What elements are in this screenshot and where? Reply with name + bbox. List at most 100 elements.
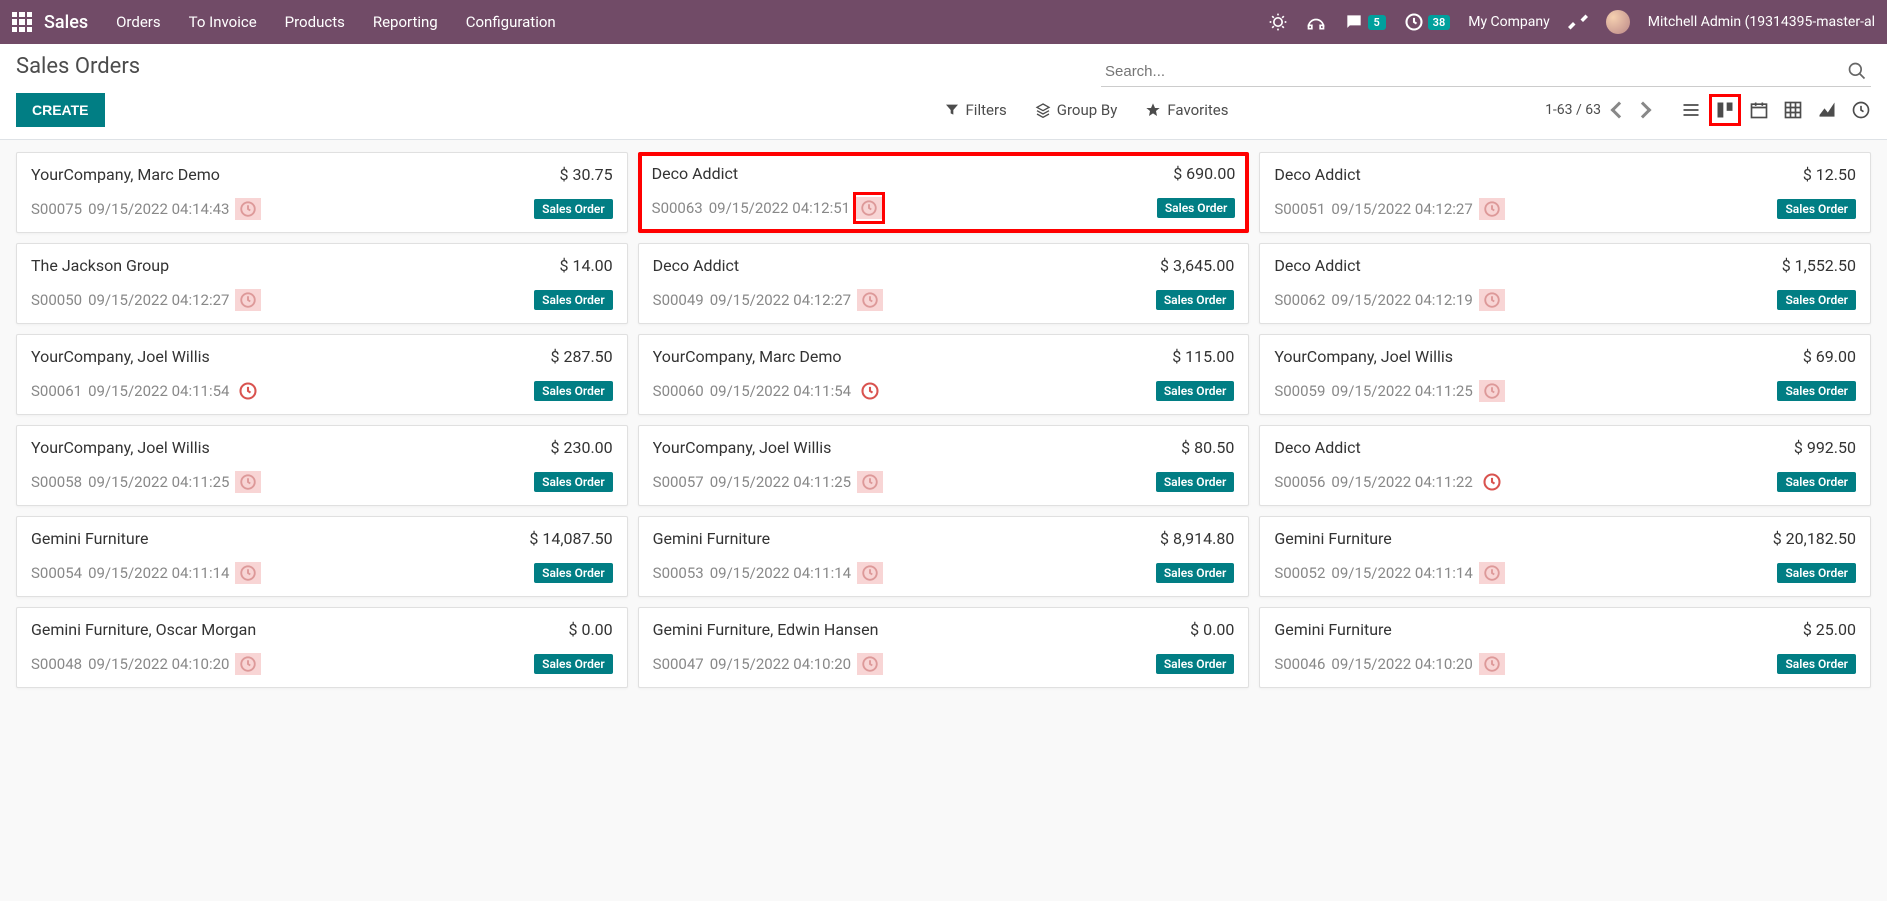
nav-configuration[interactable]: Configuration	[466, 13, 556, 31]
order-amount: $ 3,645.00	[1160, 256, 1234, 275]
activity-clock-icon[interactable]	[1479, 196, 1505, 222]
nav-to-invoice[interactable]: To Invoice	[189, 13, 257, 31]
kanban-card[interactable]: Gemini Furniture, Oscar Morgan$ 0.00S000…	[16, 607, 628, 688]
order-date: 09/15/2022 04:12:19	[1331, 291, 1472, 309]
kanban-card[interactable]: YourCompany, Marc Demo$ 115.00S0006009/1…	[638, 334, 1250, 415]
activity-clock-icon[interactable]	[1479, 287, 1505, 313]
order-reference: S00063	[652, 199, 703, 217]
nav-products[interactable]: Products	[285, 13, 345, 31]
list-view-icon[interactable]	[1681, 100, 1701, 120]
avatar[interactable]	[1606, 10, 1630, 34]
activity-clock-icon[interactable]	[235, 560, 261, 586]
favorites-button[interactable]: Favorites	[1145, 101, 1228, 119]
kanban-card[interactable]: The Jackson Group$ 14.00S0005009/15/2022…	[16, 243, 628, 324]
pager-prev[interactable]	[1611, 102, 1628, 119]
kanban-card[interactable]: Gemini Furniture, Edwin Hansen$ 0.00S000…	[638, 607, 1250, 688]
nav-reporting[interactable]: Reporting	[373, 13, 438, 31]
pager-text: 1-63 / 63	[1545, 102, 1601, 118]
order-date: 09/15/2022 04:11:54	[88, 382, 229, 400]
star-icon	[1145, 102, 1161, 118]
kanban-view-icon[interactable]	[1715, 100, 1735, 120]
view-switcher	[1681, 100, 1871, 120]
order-amount: $ 14.00	[560, 256, 613, 275]
groupby-button[interactable]: Group By	[1035, 101, 1118, 119]
activity-clock-icon[interactable]	[235, 378, 261, 404]
pager-next[interactable]	[1635, 102, 1652, 119]
filters-button[interactable]: Filters	[944, 101, 1007, 119]
order-reference: S00051	[1274, 200, 1325, 218]
activity-clock-icon[interactable]	[235, 469, 261, 495]
kanban-card[interactable]: YourCompany, Marc Demo$ 30.75S0007509/15…	[16, 152, 628, 233]
nav-orders[interactable]: Orders	[116, 13, 161, 31]
kanban-card[interactable]: Deco Addict$ 3,645.00S0004909/15/2022 04…	[638, 243, 1250, 324]
tools-icon[interactable]	[1568, 12, 1588, 32]
kanban-card[interactable]: YourCompany, Joel Willis$ 69.00S0005909/…	[1259, 334, 1871, 415]
activity-clock-icon[interactable]	[235, 287, 261, 313]
pivot-view-icon[interactable]	[1783, 100, 1803, 120]
apps-icon[interactable]	[12, 12, 32, 32]
search-icon[interactable]	[1847, 61, 1867, 81]
kanban-card[interactable]: Gemini Furniture$ 8,914.80S0005309/15/20…	[638, 516, 1250, 597]
order-date: 09/15/2022 04:11:25	[710, 473, 851, 491]
customer-name: YourCompany, Marc Demo	[31, 165, 220, 184]
activity-clock-icon[interactable]	[235, 651, 261, 677]
graph-view-icon[interactable]	[1817, 100, 1837, 120]
kanban-card[interactable]: Deco Addict$ 690.00S0006309/15/2022 04:1…	[638, 152, 1250, 233]
activity-clock-icon[interactable]	[857, 651, 883, 677]
kanban-card[interactable]: Deco Addict$ 12.50S0005109/15/2022 04:12…	[1259, 152, 1871, 233]
order-reference: S00049	[653, 291, 704, 309]
activity-clock-icon[interactable]	[857, 560, 883, 586]
kanban-card[interactable]: Deco Addict$ 992.50S0005609/15/2022 04:1…	[1259, 425, 1871, 506]
favorites-label: Favorites	[1167, 101, 1228, 119]
customer-name: Gemini Furniture, Oscar Morgan	[31, 620, 256, 639]
nav-links: Orders To Invoice Products Reporting Con…	[116, 13, 556, 31]
kanban-card[interactable]: YourCompany, Joel Willis$ 287.50S0006109…	[16, 334, 628, 415]
activity-clock-icon[interactable]	[1479, 469, 1505, 495]
kanban-card[interactable]: Gemini Furniture$ 25.00S0004609/15/2022 …	[1259, 607, 1871, 688]
order-reference: S00053	[653, 564, 704, 582]
messages-icon[interactable]: 5	[1344, 12, 1386, 32]
bug-icon[interactable]	[1268, 12, 1288, 32]
order-amount: $ 115.00	[1172, 347, 1234, 366]
activity-clock-icon[interactable]	[235, 196, 261, 222]
activity-clock-icon[interactable]	[856, 195, 882, 221]
order-amount: $ 30.75	[560, 165, 613, 184]
order-reference: S00046	[1274, 655, 1325, 673]
customer-name: Deco Addict	[1274, 438, 1360, 457]
activity-clock-icon[interactable]	[857, 378, 883, 404]
page-title: Sales Orders	[16, 54, 944, 79]
kanban-card[interactable]: YourCompany, Joel Willis$ 230.00S0005809…	[16, 425, 628, 506]
activity-clock-icon[interactable]	[857, 287, 883, 313]
order-date: 09/15/2022 04:11:14	[1331, 564, 1472, 582]
support-icon[interactable]	[1306, 12, 1326, 32]
company-name[interactable]: My Company	[1468, 14, 1550, 30]
create-button[interactable]: CREATE	[16, 93, 105, 127]
activities-icon[interactable]: 38	[1404, 12, 1451, 32]
activity-clock-icon[interactable]	[1479, 560, 1505, 586]
order-reference: S00059	[1274, 382, 1325, 400]
order-date: 09/15/2022 04:10:20	[88, 655, 229, 673]
kanban-card[interactable]: Deco Addict$ 1,552.50S0006209/15/2022 04…	[1259, 243, 1871, 324]
order-reference: S00061	[31, 382, 82, 400]
order-reference: S00047	[653, 655, 704, 673]
activity-clock-icon[interactable]	[1479, 378, 1505, 404]
user-name[interactable]: Mitchell Admin (19314395-master-al	[1648, 14, 1875, 30]
status-badge: Sales Order	[1157, 198, 1236, 218]
order-date: 09/15/2022 04:10:20	[710, 655, 851, 673]
order-reference: S00057	[653, 473, 704, 491]
calendar-view-icon[interactable]	[1749, 100, 1769, 120]
activity-clock-icon[interactable]	[1479, 651, 1505, 677]
order-date: 09/15/2022 04:11:14	[710, 564, 851, 582]
search-input[interactable]	[1101, 57, 1871, 87]
order-date: 09/15/2022 04:12:27	[710, 291, 851, 309]
activity-view-icon[interactable]	[1851, 100, 1871, 120]
order-amount: $ 992.50	[1794, 438, 1856, 457]
kanban-card[interactable]: Gemini Furniture$ 20,182.50S0005209/15/2…	[1259, 516, 1871, 597]
order-amount: $ 690.00	[1173, 164, 1235, 183]
kanban-card[interactable]: YourCompany, Joel Willis$ 80.50S0005709/…	[638, 425, 1250, 506]
customer-name: Deco Addict	[1274, 256, 1360, 275]
kanban-card[interactable]: Gemini Furniture$ 14,087.50S0005409/15/2…	[16, 516, 628, 597]
groupby-label: Group By	[1057, 101, 1118, 119]
activity-clock-icon[interactable]	[857, 469, 883, 495]
brand[interactable]: Sales	[44, 12, 88, 33]
